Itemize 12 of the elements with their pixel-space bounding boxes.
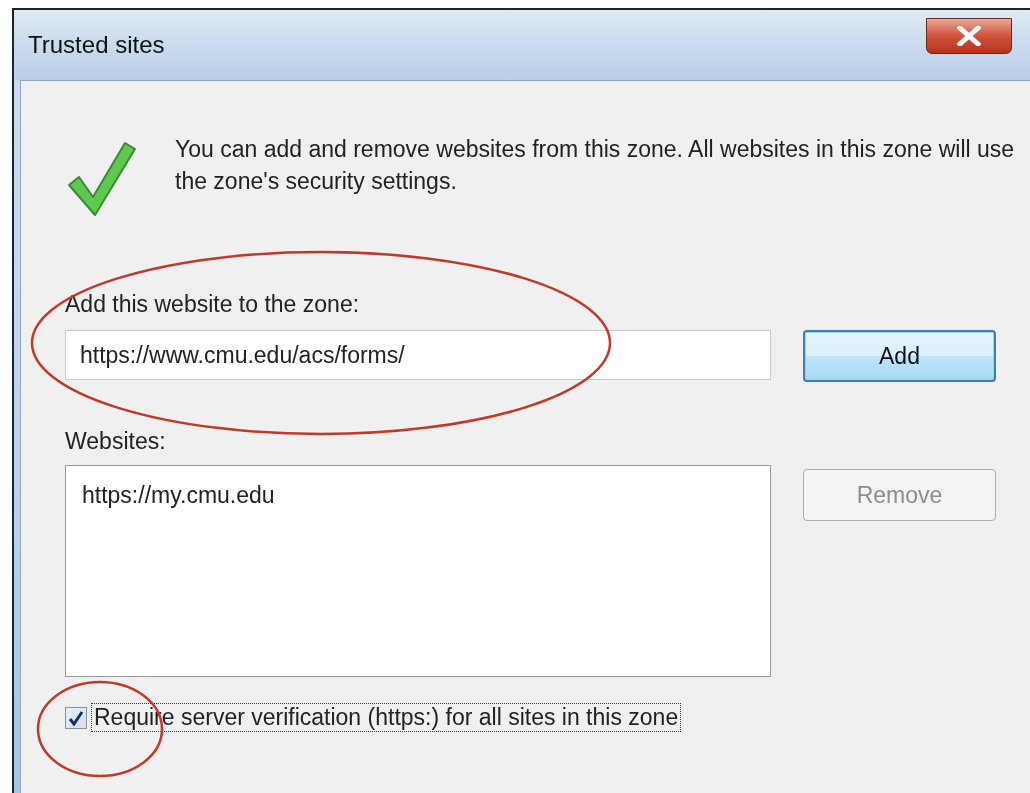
website-list-item[interactable]: https://my.cmu.edu (82, 482, 754, 509)
zone-description: You can add and remove websites from this zone. All websites in this zone will use the zone's security settings. (175, 135, 1015, 196)
add-button[interactable]: Add (803, 330, 996, 382)
websites-label: Websites: (65, 428, 167, 455)
checkbox[interactable] (65, 706, 87, 729)
website-input-field[interactable]: https://www.cmu.edu/acs/forms/ (65, 330, 771, 380)
add-website-label: Add this website to the zone: (65, 291, 361, 318)
close-button[interactable] (926, 18, 1012, 54)
close-icon (957, 26, 981, 46)
check-icon (68, 709, 84, 726)
websites-list[interactable]: https://my.cmu.edu (65, 465, 771, 677)
window-title: Trusted sites (28, 31, 165, 59)
